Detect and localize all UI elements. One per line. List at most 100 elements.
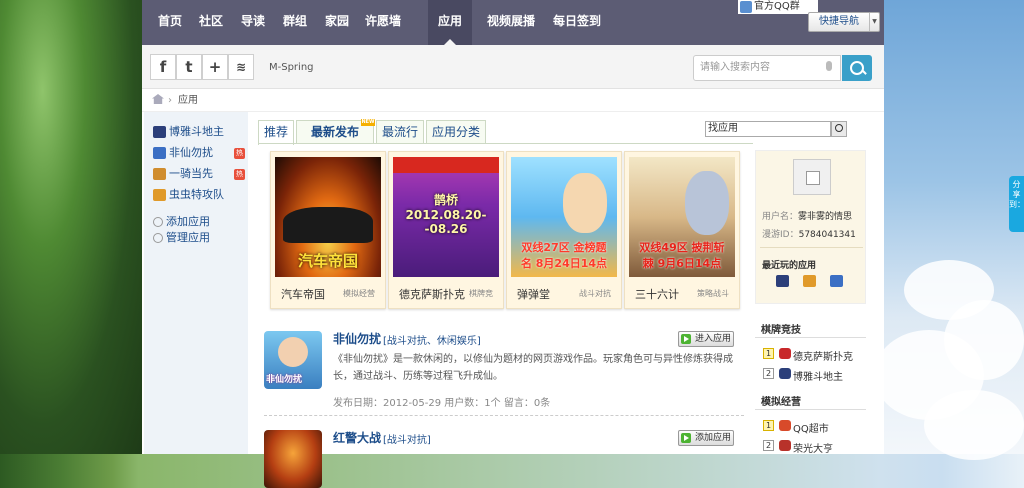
poster-title: 双线49区 披荆斩棘 9月6日14点 xyxy=(639,241,725,270)
rss-icon[interactable]: ≋ xyxy=(228,54,254,80)
new-badge: NEW xyxy=(361,119,375,126)
featured-name: 德克萨斯扑克 xyxy=(399,288,465,301)
tab-recommend[interactable]: 推荐 xyxy=(258,120,294,145)
sidebar: 博雅斗地主 非仙勿扰 热 一骑当先热 虫虫特攻队 添加应用 管理应用 xyxy=(144,112,248,454)
recent-apps-title: 最近玩的应用 xyxy=(762,261,817,271)
nav-item-groups[interactable]: 群组 xyxy=(276,0,314,45)
sidebar-app-feixian[interactable]: 非仙勿扰 热 xyxy=(153,145,245,161)
featured-poster: 鹊桥 2012.08.20--08.26 xyxy=(393,157,499,277)
search-button[interactable] xyxy=(842,55,872,81)
app-category[interactable]: [战斗对抗、休闲娱乐] xyxy=(383,332,481,347)
list-item: 红警大战 [战斗对抗] 添加应用 xyxy=(264,429,744,488)
hot-badge: 热 xyxy=(234,148,245,159)
toolbar: f t + ≋ M-Spring 请输入搜索内容 xyxy=(142,45,884,89)
rank-number: 1 xyxy=(763,348,774,359)
app-meta: 发布日期：2012-05-29 用户数：1个 留言：0条 xyxy=(333,398,551,409)
app-description: 《非仙勿扰》是一款休闲的，以修仙为题材的网页游戏作品。玩家角色可与异性修炼获得成… xyxy=(333,354,733,382)
sidebar-app-yiqidangxian[interactable]: 一骑当先 热 xyxy=(153,166,245,182)
recent-app-icon[interactable] xyxy=(830,275,843,287)
nav-item-home[interactable]: 首页 xyxy=(150,0,190,45)
nav-item-guide[interactable]: 导读 xyxy=(234,0,272,45)
facebook-icon[interactable]: f xyxy=(150,54,176,80)
app-thumbnail[interactable]: 非仙勿扰 xyxy=(264,331,322,389)
search-input[interactable]: 请输入搜索内容 xyxy=(693,55,841,81)
quick-nav-button[interactable]: 快捷导航 ▼ xyxy=(808,12,880,32)
add-app-button[interactable]: 添加应用 xyxy=(678,430,734,446)
nav-item-video[interactable]: 视频展播 xyxy=(480,0,542,45)
microphone-icon[interactable] xyxy=(826,61,832,71)
ranking-item[interactable]: 荣光大亨 xyxy=(793,440,833,455)
twitter-icon[interactable]: t xyxy=(176,54,202,80)
app-icon xyxy=(153,147,166,159)
nav-item-home-garden[interactable]: 家园 xyxy=(318,0,356,45)
tab-categories[interactable]: 应用分类 xyxy=(426,120,486,144)
tab-popular[interactable]: 最流行 xyxy=(376,120,424,144)
nav-item-community[interactable]: 社区 xyxy=(192,0,230,45)
poster-title: 双线27区 金榜题名 8月24日14点 xyxy=(520,241,608,270)
tab-latest[interactable]: 最新发布 NEW xyxy=(296,119,375,144)
app-icon xyxy=(779,440,791,451)
find-app-input[interactable]: 找应用 xyxy=(705,121,831,137)
nav-item-daily-checkin[interactable]: 每日签到 xyxy=(546,0,608,45)
manage-app-link[interactable]: 管理应用 xyxy=(153,229,210,245)
ranking-section: 棋牌竞技 1 德克萨斯扑克 2 博雅斗地主 xyxy=(755,321,866,391)
ranking-item[interactable]: 德克萨斯扑克 xyxy=(793,348,853,363)
featured-category: 模拟经营 xyxy=(343,289,375,298)
divider xyxy=(264,415,744,416)
avatar[interactable] xyxy=(793,159,831,195)
app-icon xyxy=(779,420,791,431)
ranking-title: 模拟经营 xyxy=(761,397,801,408)
app-icon xyxy=(779,368,791,379)
home-icon[interactable] xyxy=(152,94,164,104)
id-label: 漫游ID： xyxy=(762,230,799,240)
breadcrumb-current: 应用 xyxy=(178,95,198,106)
sidebar-app-label: 博雅斗地主 xyxy=(169,125,224,138)
breadcrumb-separator: › xyxy=(168,95,172,106)
recent-app-icon[interactable] xyxy=(776,275,789,287)
sidebar-app-label: 非仙勿扰 xyxy=(169,146,213,159)
nav-item-apps[interactable]: 应用 xyxy=(428,0,472,45)
featured-card[interactable]: 双线27区 金榜题名 8月24日14点 弹弹堂 战斗对抗 xyxy=(506,151,622,309)
background-sky xyxy=(874,0,1024,460)
ranking-item[interactable]: QQ超市 xyxy=(793,420,829,435)
find-app-search-button[interactable] xyxy=(831,121,847,137)
divider xyxy=(760,247,863,248)
character-image xyxy=(278,337,308,367)
add-app-link[interactable]: 添加应用 xyxy=(153,213,210,229)
page: 首页 社区 导读 群组 家园 许愿墙 应用 视频展播 每日签到 官方QQ群 快捷… xyxy=(142,0,884,488)
username-label: 用户名： xyxy=(762,212,799,222)
recent-app-icon[interactable] xyxy=(803,275,816,287)
nav-item-wish-wall[interactable]: 许愿墙 xyxy=(358,0,408,45)
app-title[interactable]: 红警大战 xyxy=(333,429,381,446)
app-icon xyxy=(153,168,166,180)
profile-id: 漫游ID：5784041341 xyxy=(762,227,856,240)
rank-number: 1 xyxy=(763,420,774,431)
app-thumbnail[interactable] xyxy=(264,430,322,488)
top-nav: 首页 社区 导读 群组 家园 许愿墙 应用 视频展播 每日签到 官方QQ群 快捷… xyxy=(142,0,884,45)
sidebar-app-label: 一骑当先 xyxy=(169,167,213,180)
featured-card[interactable]: 鹊桥 2012.08.20--08.26 德克萨斯扑克 棋牌竞 xyxy=(388,151,504,309)
character-image xyxy=(685,171,729,235)
enter-app-button[interactable]: 进入应用 xyxy=(678,331,734,347)
featured-card[interactable]: 双线49区 披荆斩棘 9月6日14点 三十六计 策略战斗 xyxy=(624,151,740,309)
sidebar-app-label: 虫虫特攻队 xyxy=(169,188,224,201)
username-link[interactable]: M-Spring xyxy=(269,62,314,73)
plus-icon[interactable]: + xyxy=(202,54,228,80)
qq-group-link[interactable]: 官方QQ群 xyxy=(738,0,818,14)
share-tab[interactable]: 分享到： xyxy=(1009,176,1024,232)
app-title[interactable]: 非仙勿扰 xyxy=(333,330,381,347)
sidebar-app-chongchong[interactable]: 虫虫特攻队 xyxy=(153,187,224,203)
featured-category: 棋牌竞 xyxy=(469,289,493,298)
sidebar-app-boya-doudizhu[interactable]: 博雅斗地主 xyxy=(153,124,224,140)
profile-panel: 用户名：雾非雾的情思 漫游ID：5784041341 最近玩的应用 xyxy=(755,150,866,304)
featured-name: 汽车帝国 xyxy=(281,288,325,301)
ranking-item[interactable]: 博雅斗地主 xyxy=(793,368,843,383)
app-category[interactable]: [战斗对抗] xyxy=(383,431,431,446)
poster-title: 汽车帝国 xyxy=(297,252,358,270)
featured-card[interactable]: 汽车帝国 汽车帝国 模拟经营 xyxy=(270,151,386,309)
main-content: 推荐 最新发布 NEW 最流行 应用分类 找应用 汽车帝国 汽车帝国 模拟经营 鹊… xyxy=(248,112,884,488)
car-image xyxy=(283,207,373,243)
featured-name: 弹弹堂 xyxy=(517,288,550,301)
ranking-title: 棋牌竞技 xyxy=(761,325,801,336)
chevron-down-icon: ▼ xyxy=(869,13,879,31)
